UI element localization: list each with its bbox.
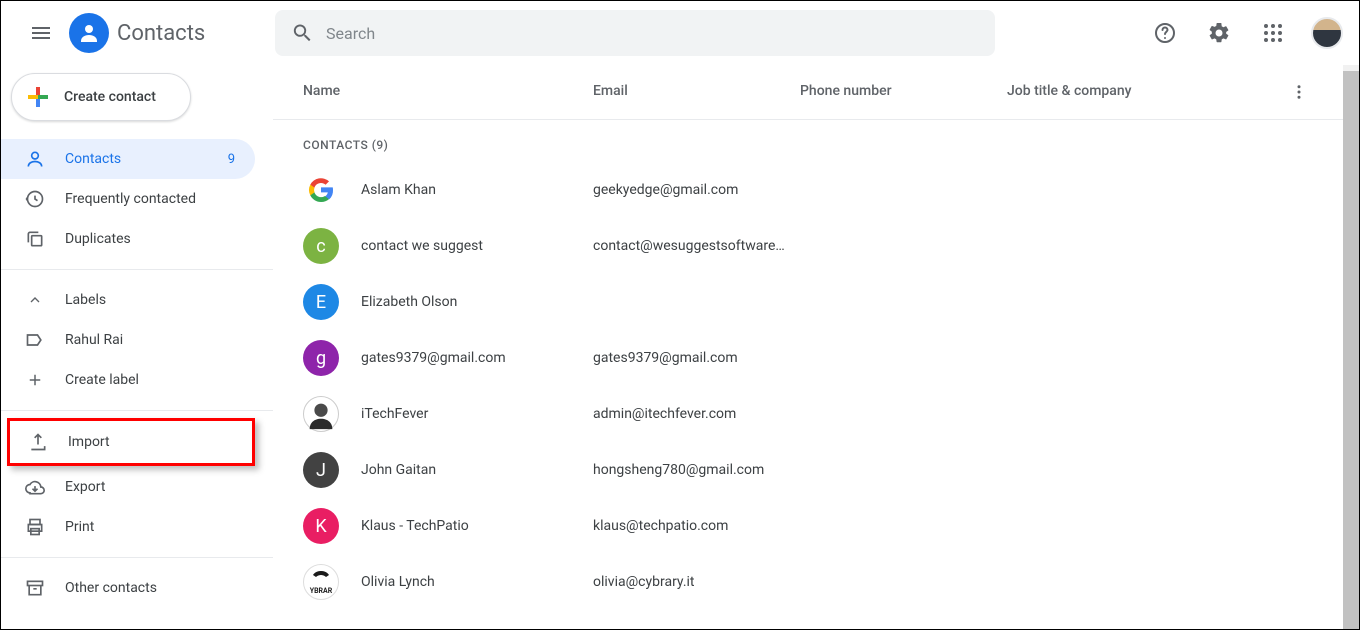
nav-contacts-count: 9: [228, 152, 235, 167]
contact-name: Klaus - TechPatio: [361, 518, 593, 534]
contact-email: gates9379@gmail.com: [593, 350, 800, 366]
contact-avatar: g: [303, 340, 339, 376]
label-icon: [25, 330, 45, 350]
section-label: CONTACTS (9): [273, 120, 1359, 162]
contact-avatar: [303, 172, 339, 208]
nav-other-contacts[interactable]: Other contacts: [1, 568, 255, 608]
contact-email: admin@itechfever.com: [593, 406, 800, 422]
search-box[interactable]: [275, 10, 995, 56]
contact-avatar: TJ: [303, 620, 339, 629]
separator: [1, 269, 273, 270]
nav-import-label: Import: [68, 434, 110, 450]
nav-labels-label: Labels: [65, 292, 235, 308]
main-menu-button[interactable]: [17, 9, 65, 57]
contact-name: Elizabeth Olson: [361, 294, 593, 310]
contact-avatar: YBRAR: [303, 564, 339, 600]
col-phone: Phone number: [800, 83, 1007, 101]
sidebar: Create contact Contacts 9 Frequently con…: [1, 65, 273, 629]
contact-row[interactable]: YBRAR Olivia Lyncholivia@cybrary.it: [273, 554, 1359, 610]
contact-row[interactable]: J John Gaitanhongsheng780@gmail.com: [273, 442, 1359, 498]
contact-name: gates9379@gmail.com: [361, 350, 593, 366]
archive-icon: [25, 578, 45, 598]
account-avatar[interactable]: [1311, 17, 1343, 49]
nav-create-label[interactable]: Create label: [1, 360, 255, 400]
contact-email: hongsheng780@gmail.com: [593, 462, 800, 478]
history-icon: [25, 189, 45, 209]
help-button[interactable]: [1145, 13, 1185, 53]
nav-label-rahul-label: Rahul Rai: [65, 332, 235, 348]
contact-avatar: E: [303, 284, 339, 320]
contact-row[interactable]: c contact we suggestcontact@wesuggestsoft…: [273, 218, 1359, 274]
nav-frequent[interactable]: Frequently contacted: [1, 179, 255, 219]
contact-email: contact@wesuggestsoftware…: [593, 238, 800, 254]
apps-button[interactable]: [1253, 13, 1293, 53]
search-icon: [291, 21, 314, 45]
nav-other-label: Other contacts: [65, 580, 235, 596]
cloud-download-icon: [25, 477, 45, 497]
contact-row[interactable]: K Klaus - TechPatioklaus@techpatio.com: [273, 498, 1359, 554]
contact-avatar: K: [303, 508, 339, 544]
column-headers: Name Email Phone number Job title & comp…: [273, 65, 1359, 120]
upload-icon: [28, 432, 48, 452]
col-job: Job title & company: [1007, 83, 1279, 101]
svg-text:YBRAR: YBRAR: [310, 587, 333, 595]
print-icon: [25, 517, 45, 537]
contact-row[interactable]: iTechFeveradmin@itechfever.com: [273, 386, 1359, 442]
contact-avatar: [303, 396, 339, 432]
nav-create-label-label: Create label: [65, 372, 235, 388]
app-logo: [69, 13, 109, 53]
nav-duplicates-label: Duplicates: [65, 231, 235, 247]
nav-export[interactable]: Export: [1, 467, 255, 507]
separator: [1, 557, 273, 558]
nav-import[interactable]: Import: [7, 418, 255, 466]
contact-email: olivia@cybrary.it: [593, 574, 800, 590]
contact-row[interactable]: TJTech Jonytechjonyblog@gmail.com: [273, 610, 1359, 629]
settings-button[interactable]: [1199, 13, 1239, 53]
contact-email: geekyedge@gmail.com: [593, 182, 800, 198]
contact-avatar: c: [303, 228, 339, 264]
contact-name: contact we suggest: [361, 238, 593, 254]
nav-frequent-label: Frequently contacted: [65, 191, 235, 207]
create-contact-label: Create contact: [64, 89, 156, 105]
main-content: Name Email Phone number Job title & comp…: [273, 65, 1359, 629]
nav-export-label: Export: [65, 479, 235, 495]
contact-name: Aslam Khan: [361, 182, 593, 198]
col-name: Name: [303, 83, 593, 101]
create-contact-button[interactable]: Create contact: [11, 73, 191, 121]
scroll-thumb[interactable]: [1343, 71, 1359, 629]
app-title: Contacts: [117, 21, 205, 46]
col-email: Email: [593, 83, 800, 101]
nav-label-rahul[interactable]: Rahul Rai: [1, 320, 255, 360]
nav-labels-header[interactable]: Labels: [1, 280, 255, 320]
topbar: Contacts: [1, 1, 1359, 65]
separator: [1, 410, 273, 411]
contact-email: klaus@techpatio.com: [593, 518, 800, 534]
contact-row[interactable]: g gates9379@gmail.comgates9379@gmail.com: [273, 330, 1359, 386]
duplicates-icon: [25, 229, 45, 249]
contact-name: iTechFever: [361, 406, 593, 422]
plus-icon: [26, 85, 50, 109]
person-icon: [25, 149, 45, 169]
search-input[interactable]: [326, 24, 979, 43]
scrollbar[interactable]: [1343, 65, 1359, 629]
nav-contacts-label: Contacts: [65, 151, 228, 167]
chevron-up-icon: [25, 292, 45, 308]
list-settings-button[interactable]: [1279, 83, 1319, 101]
nav-duplicates[interactable]: Duplicates: [1, 219, 255, 259]
nav-contacts[interactable]: Contacts 9: [1, 139, 255, 179]
nav-print-label: Print: [65, 519, 235, 535]
plus-small-icon: [25, 371, 45, 389]
contact-name: John Gaitan: [361, 462, 593, 478]
contact-name: Olivia Lynch: [361, 574, 593, 590]
contact-row[interactable]: Aslam Khangeekyedge@gmail.com: [273, 162, 1359, 218]
contact-row[interactable]: E Elizabeth Olson: [273, 274, 1359, 330]
contact-avatar: J: [303, 452, 339, 488]
nav-print[interactable]: Print: [1, 507, 255, 547]
contact-rows: Aslam Khangeekyedge@gmail.com c contact we…: [273, 162, 1359, 629]
